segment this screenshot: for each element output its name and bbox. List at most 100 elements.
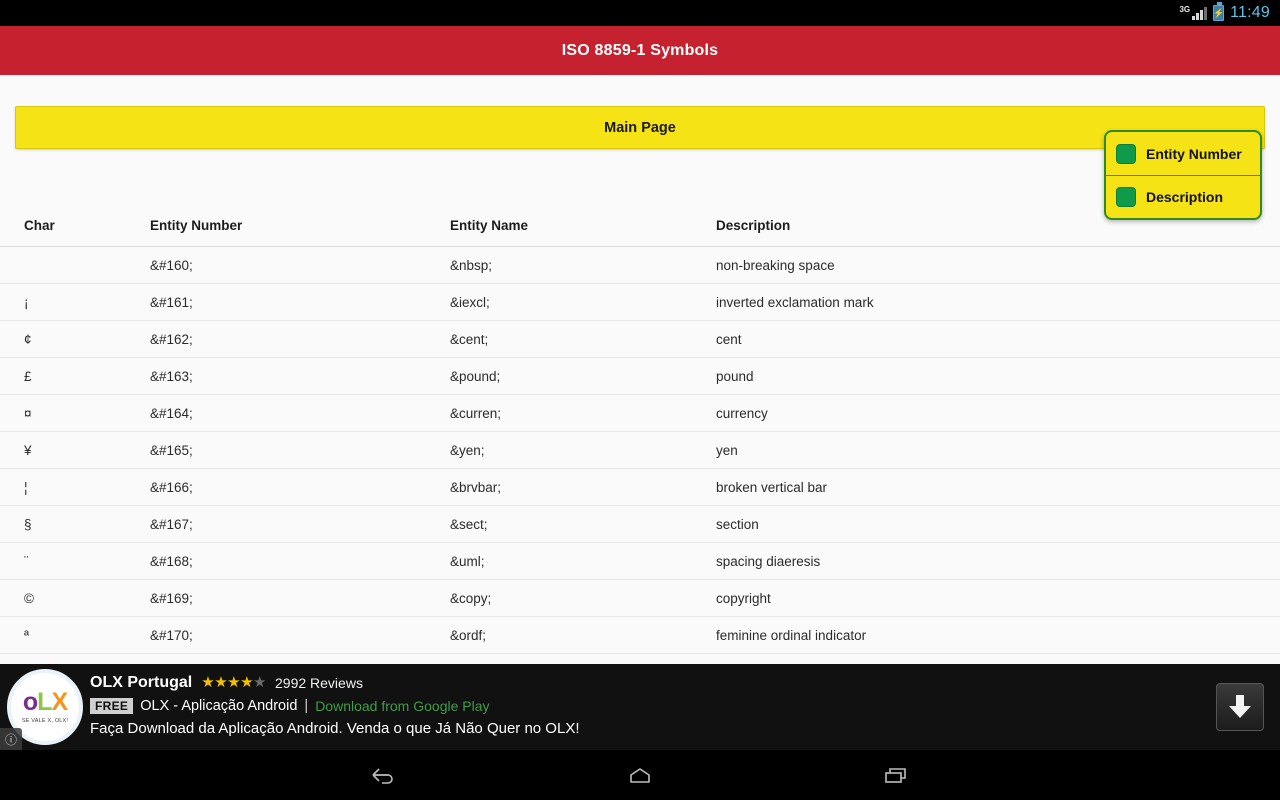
cell-char: ª [24, 627, 29, 643]
column-filter-popup: Entity Number Description [1104, 130, 1262, 220]
ad-store-link[interactable]: Download from Google Play [315, 698, 489, 714]
cell-entity-number: &#164; [150, 405, 193, 421]
cell-description: copyright [716, 590, 771, 606]
column-header-entity-name: Entity Name [450, 218, 529, 233]
cell-entity-name: &iexcl; [450, 294, 490, 310]
page-title: ISO 8859-1 Symbols [561, 41, 719, 59]
cell-char [24, 258, 150, 273]
cell-description: non-breaking space [716, 257, 835, 273]
status-bar-clock: 11:49 [1230, 4, 1270, 21]
cell-description: inverted exclamation mark [716, 294, 874, 310]
cell-entity-name: &copy; [450, 590, 492, 606]
ad-review-count: 2992 Reviews [275, 675, 363, 691]
ad-price-badge: FREE [90, 698, 134, 714]
table-row: © &#169; &copy; copyright [0, 580, 1280, 617]
download-arrow-icon [1229, 695, 1251, 719]
table-row: ¥ &#165; &yen; yen [0, 432, 1280, 469]
cell-entity-number: &#165; [150, 442, 193, 458]
olx-letter-x: X [51, 688, 68, 716]
cell-entity-name: &yen; [450, 442, 485, 458]
cell-entity-name: &nbsp; [450, 257, 493, 273]
cell-char: © [24, 590, 34, 606]
table-row: «&#171;&laquo;angle quotation mark (left… [0, 654, 1280, 664]
cell-entity-number: &#170; [150, 627, 193, 643]
table-row: ¦ &#166; &brvbar; broken vertical bar [0, 469, 1280, 506]
column-header-entity-number: Entity Number [150, 218, 243, 233]
ad-subtitle-row: FREE OLX - Aplicação Android | Download … [90, 698, 1170, 714]
rating-stars-icon: ★★★★★ [201, 674, 266, 691]
ad-text-block: OLX Portugal ★★★★★ 2992 Reviews FREE OLX… [90, 674, 1170, 737]
cell-description: spacing diaeresis [716, 553, 821, 569]
olx-tagline: SE VALE X, OLX! [21, 718, 69, 724]
cell-description: section [716, 516, 759, 532]
table-row: £ &#163; &pound; pound [0, 358, 1280, 395]
nav-recents-button[interactable] [868, 755, 924, 795]
ad-body-text: Faça Download da Aplicação Android. Vend… [90, 720, 580, 737]
symbols-table: Char Entity Number Entity Name Descripti… [0, 205, 1280, 664]
table-row: ª &#170; &ordf; feminine ordinal indicator [0, 617, 1280, 654]
cell-entity-name: &uml; [450, 553, 485, 569]
ad-info-icon[interactable]: ⓘ [0, 728, 22, 750]
cell-char: ¦ [24, 479, 28, 495]
cell-description: yen [716, 442, 738, 458]
recents-icon [885, 768, 906, 783]
back-icon [372, 768, 393, 784]
android-nav-bar [0, 750, 1280, 800]
battery-charging-icon: ⚡ [1213, 2, 1224, 21]
cell-description: feminine ordinal indicator [716, 627, 867, 643]
cell-entity-name: &ordf; [450, 627, 487, 643]
webview-content: Main Page Entity Number Description Char… [0, 75, 1280, 664]
table-row: ¢ &#162; &cent; cent [0, 321, 1280, 358]
table-header-row: Char Entity Number Entity Name Descripti… [0, 205, 1280, 247]
android-status-bar: 3G ⚡ 11:49 [0, 0, 1280, 26]
nav-back-button[interactable] [356, 755, 412, 795]
checkbox-icon[interactable] [1116, 143, 1136, 164]
cell-entity-number: &#167; [150, 516, 193, 532]
cell-description: broken vertical bar [716, 479, 828, 495]
olx-letter-o: o [22, 688, 38, 716]
olx-wordmark: oLX [22, 688, 68, 716]
popup-item-label: Entity Number [1146, 145, 1242, 162]
table-row: &#160; &nbsp; non-breaking space [0, 247, 1280, 284]
popup-item-label: Description [1146, 189, 1224, 205]
table-row: ¨ &#168; &uml; spacing diaeresis [0, 543, 1280, 580]
cell-entity-number: &#160; [150, 257, 193, 273]
cell-description: pound [716, 368, 754, 384]
cell-char: ¤ [24, 405, 32, 421]
cell-entity-name: &cent; [450, 331, 489, 347]
popup-item-description[interactable]: Description [1106, 175, 1260, 218]
popup-item-entity-number[interactable]: Entity Number [1106, 132, 1260, 175]
cell-entity-name: &sect; [450, 516, 488, 532]
cell-entity-number: &#161; [150, 294, 193, 310]
cell-entity-number: &#168; [150, 553, 193, 569]
home-icon [630, 768, 650, 783]
cell-description: cent [716, 331, 742, 347]
ad-separator: | [304, 698, 309, 714]
ad-banner[interactable]: oLX SE VALE X, OLX! ⓘ OLX Portugal ★★★★★… [0, 664, 1280, 750]
cell-entity-number: &#163; [150, 368, 193, 384]
column-header-description: Description [716, 218, 791, 233]
ad-app-title: OLX Portugal [90, 674, 193, 691]
cell-char: ¥ [24, 442, 32, 458]
network-type-label: 3G [1179, 5, 1191, 14]
ad-app-subtitle: OLX - Aplicação Android [140, 698, 298, 714]
cell-description: currency [716, 405, 768, 421]
column-header-char: Char [24, 218, 55, 233]
signal-bars-icon [1192, 7, 1208, 20]
checkbox-icon[interactable] [1116, 187, 1136, 207]
cell-char: § [24, 516, 32, 532]
cell-char: ¡ [24, 294, 29, 310]
ad-download-button[interactable] [1216, 683, 1264, 731]
cell-entity-number: &#166; [150, 479, 193, 495]
olx-letter-l: L [37, 688, 52, 716]
table-row: ¤ &#164; &curren; currency [0, 395, 1280, 432]
nav-home-button[interactable] [612, 755, 668, 795]
cell-entity-name: &pound; [450, 368, 501, 384]
cell-entity-name: &brvbar; [450, 479, 502, 495]
signal-strength-icon: 3G [1179, 5, 1208, 20]
main-page-button[interactable]: Main Page [15, 106, 1265, 149]
cell-entity-number: &#169; [150, 590, 193, 606]
cell-char: ¢ [24, 331, 32, 347]
ad-headline-row: OLX Portugal ★★★★★ 2992 Reviews [90, 674, 1170, 692]
table-row: § &#167; &sect; section [0, 506, 1280, 543]
